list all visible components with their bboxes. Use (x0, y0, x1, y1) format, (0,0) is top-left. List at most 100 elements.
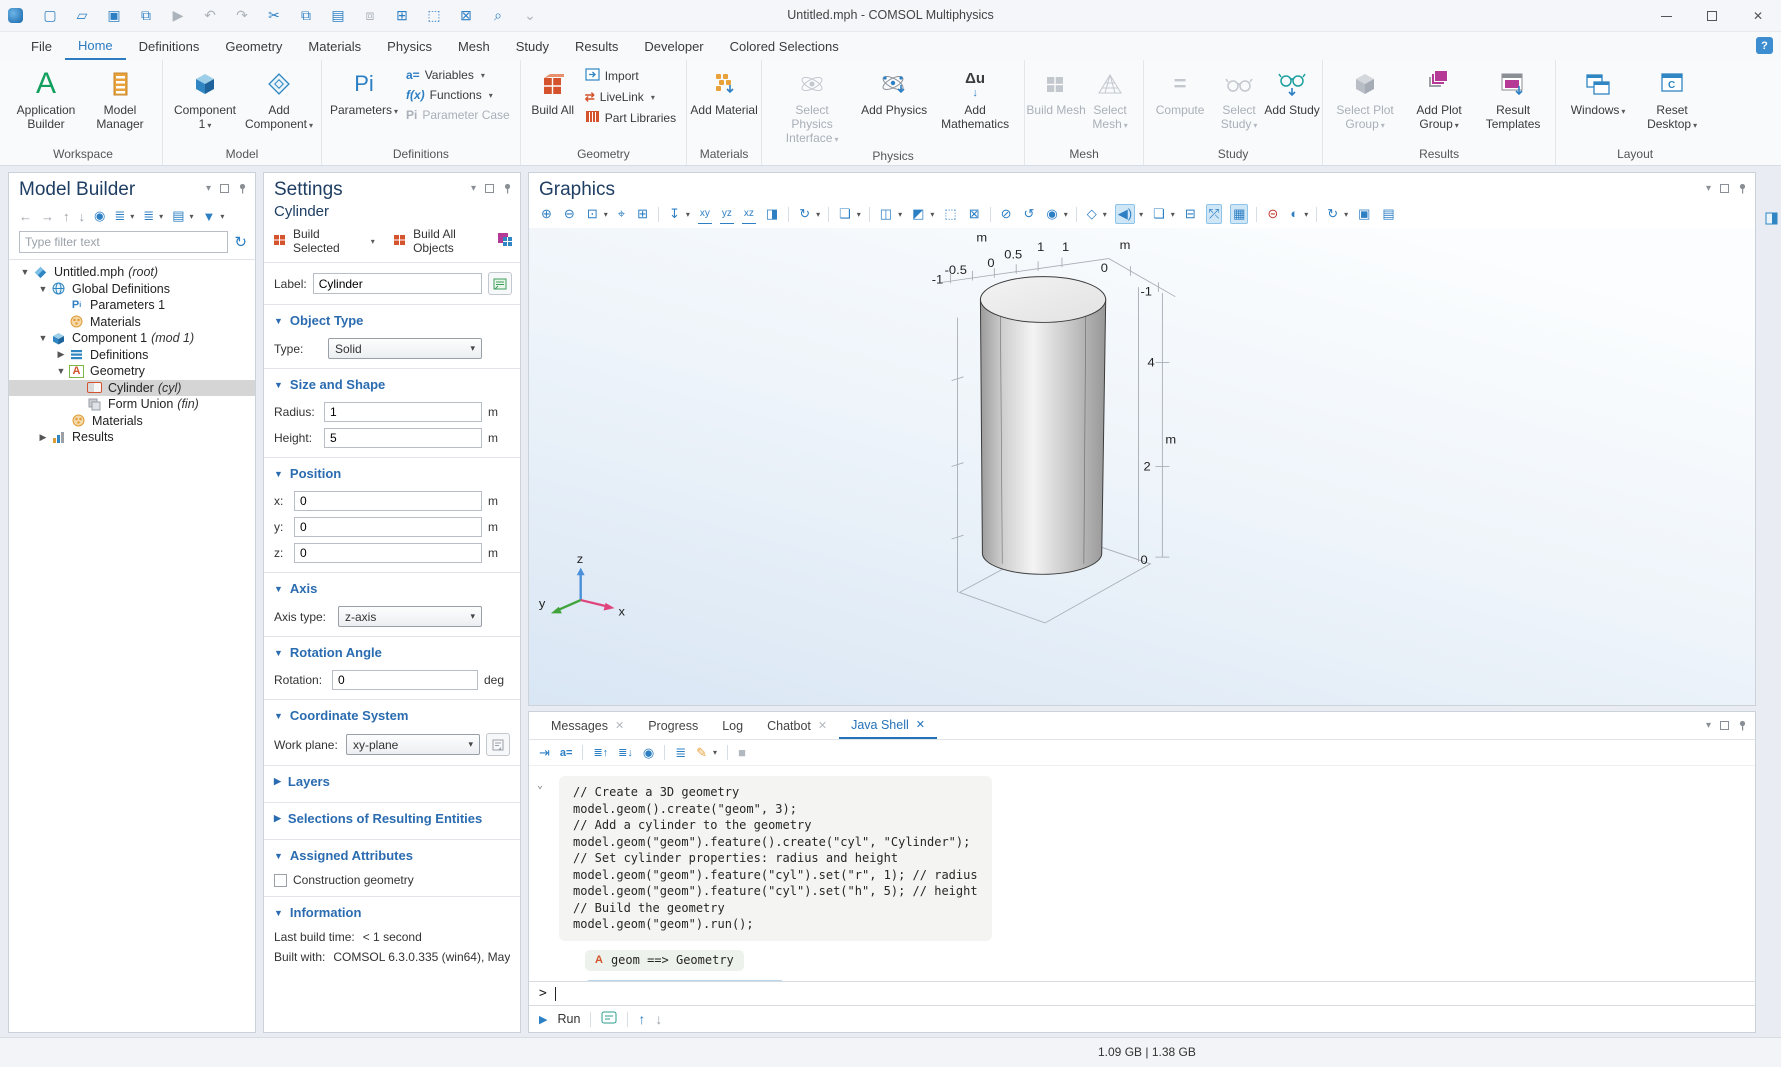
height-input[interactable] (324, 428, 482, 448)
select-icon[interactable]: ⬚ (425, 7, 443, 24)
customize-toolbar-icon[interactable]: ⌄ (521, 7, 539, 24)
panel-menu-icon[interactable]: ▾ (1706, 721, 1711, 731)
compute-button[interactable]: = Compute (1150, 64, 1210, 117)
section-header-position[interactable]: ▼ Position (274, 464, 510, 485)
menu-mesh[interactable]: Mesh (445, 32, 503, 60)
rotation-input[interactable] (332, 670, 478, 690)
tab-log[interactable]: Log (710, 712, 755, 739)
work-plane-dropdown[interactable]: xy-plane (346, 734, 480, 755)
float-panel-icon[interactable] (1720, 184, 1729, 193)
forward-icon[interactable]: → (41, 209, 54, 224)
chevron-down-icon[interactable]: ▾ (220, 212, 224, 221)
panel-menu-icon[interactable]: ▾ (206, 184, 211, 194)
chevron-down-icon[interactable]: ▾ (189, 212, 193, 221)
chevron-down-icon[interactable]: ▾ (857, 210, 861, 219)
chevron-down-icon[interactable]: ▾ (1171, 210, 1175, 219)
chevron-down-icon[interactable]: ▾ (930, 210, 934, 219)
view-unhidden-icon[interactable]: ◉ (1044, 205, 1059, 223)
reset-hiding-icon[interactable]: ↺ (1022, 205, 1037, 223)
rotate-icon[interactable]: ↻ (797, 205, 812, 223)
section-header-size-shape[interactable]: ▼ Size and Shape (274, 375, 510, 396)
add-material-button[interactable]: Add Material (693, 64, 755, 117)
deselect-box-icon[interactable]: ⊠ (967, 205, 982, 223)
build-selected-button[interactable]: Build Selected (293, 227, 363, 255)
zoom-out-icon[interactable]: ⊖ (562, 205, 577, 223)
chevron-expanded-icon[interactable]: ▼ (35, 284, 51, 294)
fold-chevron-icon[interactable]: ⌄ (537, 780, 543, 791)
pin-icon[interactable] (1738, 183, 1747, 194)
chevron-down-icon[interactable]: ▾ (371, 237, 375, 246)
select-all-lines-icon[interactable]: ≣ (675, 745, 686, 761)
help-icon[interactable]: ? (1756, 37, 1773, 54)
chevron-collapsed-icon[interactable]: ▶ (53, 349, 69, 360)
graphics-canvas[interactable]: m -1 -0.5 0 0.5 1 1 m 0 -1 4 m 2 0 (529, 228, 1755, 705)
tree-item-cylinder[interactable]: Cylinder (cyl) (9, 380, 255, 397)
menu-colored-selections[interactable]: Colored Selections (717, 32, 852, 60)
section-header-rotation[interactable]: ▼ Rotation Angle (274, 643, 510, 664)
reset-desktop-button[interactable]: C Reset Desktop▾ (1636, 64, 1708, 133)
application-builder-button[interactable]: A Application Builder (10, 64, 82, 131)
select-physics-interface-button[interactable]: Select Physics Interface▾ (768, 64, 856, 147)
chevron-down-icon[interactable]: ▾ (686, 210, 690, 219)
menu-definitions[interactable]: Definitions (126, 32, 213, 60)
shell-prompt-row[interactable]: > (529, 981, 1755, 1005)
menu-file[interactable]: File (18, 32, 65, 60)
tree-item-root[interactable]: ▼ Untitled.mph (root) (9, 264, 255, 281)
run-icon[interactable]: ▶ (539, 1013, 547, 1026)
save-as-icon[interactable]: ⧉ (137, 7, 155, 24)
select-mesh-button[interactable]: Select Mesh▾ (1083, 64, 1137, 133)
functions-button[interactable]: f(x) Functions ▾ (406, 88, 510, 102)
chevron-down-icon[interactable]: ▾ (816, 210, 820, 219)
windows-button[interactable]: Windows▾ (1562, 64, 1634, 119)
chevron-down-icon[interactable]: ▾ (159, 212, 163, 221)
expand-icon[interactable]: ≣ (114, 208, 125, 224)
show-output-icon[interactable]: ◉ (643, 745, 654, 761)
section-header-selections[interactable]: ▶ Selections of Resulting Entities (274, 809, 510, 830)
chevron-down-icon[interactable]: ▾ (1103, 210, 1107, 219)
model-tree-nodes-icon[interactable]: ▤ (172, 208, 184, 224)
section-header-axis[interactable]: ▼ Axis (274, 579, 510, 600)
parameter-case-button[interactable]: Pi Parameter Case (406, 108, 510, 122)
scene-light-icon[interactable]: ◫ (878, 205, 894, 223)
zoom-extents-icon[interactable]: ⊞ (635, 205, 650, 223)
back-icon[interactable]: ← (19, 209, 32, 224)
stop-icon[interactable]: ■ (738, 745, 746, 760)
preview-icon[interactable]: ⌕ (489, 7, 507, 24)
snapshot-icon[interactable]: ▣ (1356, 205, 1372, 223)
minimize-button[interactable] (1643, 0, 1689, 32)
add-physics-button[interactable]: Add Physics (858, 64, 930, 117)
livelink-button[interactable]: ⇄ LiveLink ▾ (585, 90, 676, 104)
section-header-information[interactable]: ▼ Information (274, 903, 510, 924)
menu-home[interactable]: Home (65, 32, 126, 60)
zoom-in-icon[interactable]: ⊕ (539, 205, 554, 223)
panel-menu-icon[interactable]: ▾ (1706, 184, 1711, 194)
parameters-button[interactable]: Pi Parameters▾ (328, 64, 400, 119)
part-libraries-button[interactable]: Part Libraries (585, 110, 676, 126)
y-input[interactable] (294, 517, 482, 537)
section-header-layers[interactable]: ▶ Layers (274, 772, 510, 793)
build-all-button[interactable]: Build All (527, 64, 579, 117)
filter-icon[interactable]: ▼ (203, 209, 216, 224)
type-dropdown[interactable]: Solid (328, 338, 482, 359)
chevron-down-icon[interactable]: ▾ (713, 748, 717, 757)
undo-icon[interactable]: ↶ (201, 7, 219, 24)
float-panel-icon[interactable] (1720, 721, 1729, 730)
new-file-icon[interactable]: ▢ (41, 7, 59, 24)
update-icon[interactable]: ↻ (1325, 205, 1340, 223)
scroll-lock-icon[interactable]: ⇥ (539, 745, 550, 761)
chevron-down-icon[interactable]: ▾ (1344, 210, 1348, 219)
chevron-down-icon[interactable]: ▾ (1139, 210, 1143, 219)
tree-item-materials-global[interactable]: Materials (9, 314, 255, 331)
menu-materials[interactable]: Materials (295, 32, 374, 60)
clear-shell-icon[interactable]: ✎ (696, 745, 707, 761)
tree-item-materials-component[interactable]: Materials (9, 413, 255, 430)
tree-item-definitions[interactable]: ▶ Definitions (9, 347, 255, 364)
tree-item-parameters-1[interactable]: Pi Parameters 1 (9, 297, 255, 314)
section-header-object-type[interactable]: ▼ Object Type (274, 311, 510, 332)
add-study-button[interactable]: Add Study (1268, 64, 1316, 117)
image-appearance-icon[interactable]: ❏ (837, 205, 853, 223)
build-all-objects-button[interactable]: Build All Objects (413, 227, 492, 255)
pin-icon[interactable] (503, 183, 512, 194)
environment-reflections-icon[interactable]: ◩ (910, 205, 926, 223)
run-button[interactable]: Run (557, 1012, 580, 1026)
